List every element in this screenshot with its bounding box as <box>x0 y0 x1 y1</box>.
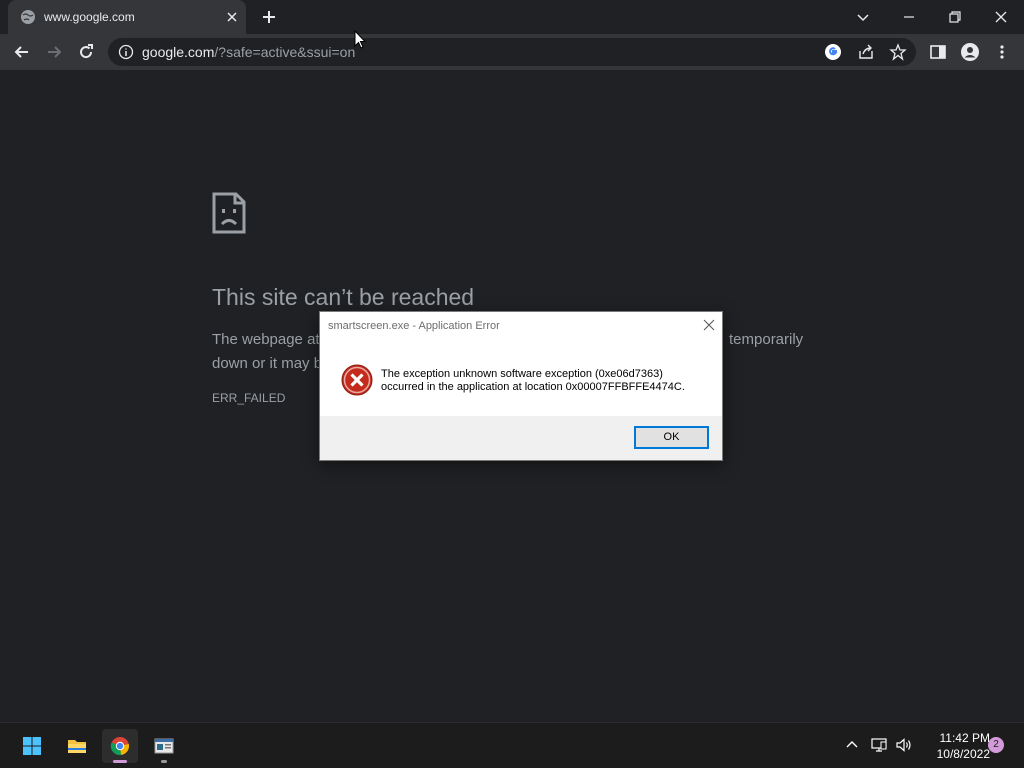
url-text[interactable]: google.com/?safe=active&ssui=on <box>142 44 355 60</box>
taskbar-file-explorer[interactable] <box>59 729 95 763</box>
clock-time: 11:42 PM <box>939 731 990 745</box>
mouse-cursor-icon <box>354 30 366 49</box>
tab-strip: www.google.com <box>0 0 1024 34</box>
minimize-icon[interactable] <box>898 6 920 28</box>
dialog-title: smartscreen.exe - Application Error <box>328 320 500 332</box>
restore-icon[interactable] <box>944 6 966 28</box>
start-icon <box>23 737 41 755</box>
google-lens-icon[interactable] <box>824 43 842 61</box>
screen: www.google.com google.com/?safe=active&s… <box>0 0 1024 768</box>
url-host: google.com <box>142 44 215 60</box>
error-code: ERR_FAILED <box>212 391 286 405</box>
url-path: /?safe=active&ssui=on <box>214 44 356 60</box>
application-error-dialog: smartscreen.exe - Application Error The … <box>319 311 723 461</box>
chrome-icon <box>110 737 130 755</box>
active-app-indicator <box>113 760 127 763</box>
network-icon[interactable] <box>870 736 888 754</box>
error-desc-right: temporarily <box>729 331 804 348</box>
taskbar-chrome[interactable] <box>102 729 138 763</box>
dialog-message-line1: The exception unknown software exception… <box>381 368 663 380</box>
new-tab-plus-icon[interactable] <box>260 8 278 26</box>
ok-button[interactable]: OK <box>634 426 709 449</box>
address-bar[interactable]: google.com/?safe=active&ssui=on <box>108 38 916 66</box>
file-explorer-icon <box>68 740 86 753</box>
share-icon[interactable] <box>857 43 875 61</box>
more-menu-icon[interactable] <box>992 42 1012 62</box>
dialog-message-line2: occurred in the application at location … <box>381 381 685 393</box>
side-panel-icon[interactable] <box>928 42 948 62</box>
profile-avatar-icon[interactable] <box>960 42 980 62</box>
dialog-footer: OK <box>320 416 722 460</box>
sad-page-icon <box>212 192 246 234</box>
browser-tab[interactable]: www.google.com <box>8 0 246 34</box>
taskbar-terminal[interactable] <box>146 729 182 763</box>
error-x-icon <box>341 364 373 396</box>
volume-icon[interactable] <box>895 736 913 754</box>
bookmark-star-icon[interactable] <box>889 43 907 61</box>
browser-toolbar: google.com/?safe=active&ssui=on <box>0 34 1024 70</box>
tab-close-icon[interactable] <box>224 9 240 25</box>
reload-icon[interactable] <box>76 42 96 62</box>
running-app-indicator <box>161 760 167 763</box>
back-arrow-icon[interactable] <box>12 42 32 62</box>
globe-icon <box>21 10 35 24</box>
error-title: This site can’t be reached <box>212 284 475 310</box>
tab-title: www.google.com <box>44 10 135 24</box>
dialog-message: The exception unknown software exception… <box>381 368 711 394</box>
tab-search-chevron-icon[interactable] <box>852 6 874 28</box>
forward-arrow-icon[interactable] <box>44 42 64 62</box>
system-clock[interactable]: 11:42 PM 10/8/2022 <box>918 730 990 762</box>
start-button[interactable] <box>14 729 50 763</box>
tray-overflow-chevron-icon[interactable] <box>843 736 861 754</box>
notification-badge[interactable]: 2 <box>988 737 1004 753</box>
error-desc-left: The webpage at <box>212 331 320 348</box>
clock-date: 10/8/2022 <box>936 747 990 761</box>
close-window-icon[interactable] <box>990 6 1012 28</box>
site-info-icon[interactable] <box>118 44 134 60</box>
taskbar: 11:42 PM 10/8/2022 2 <box>0 722 1024 768</box>
dialog-close-icon[interactable] <box>702 318 716 332</box>
terminal-icon <box>154 738 174 754</box>
